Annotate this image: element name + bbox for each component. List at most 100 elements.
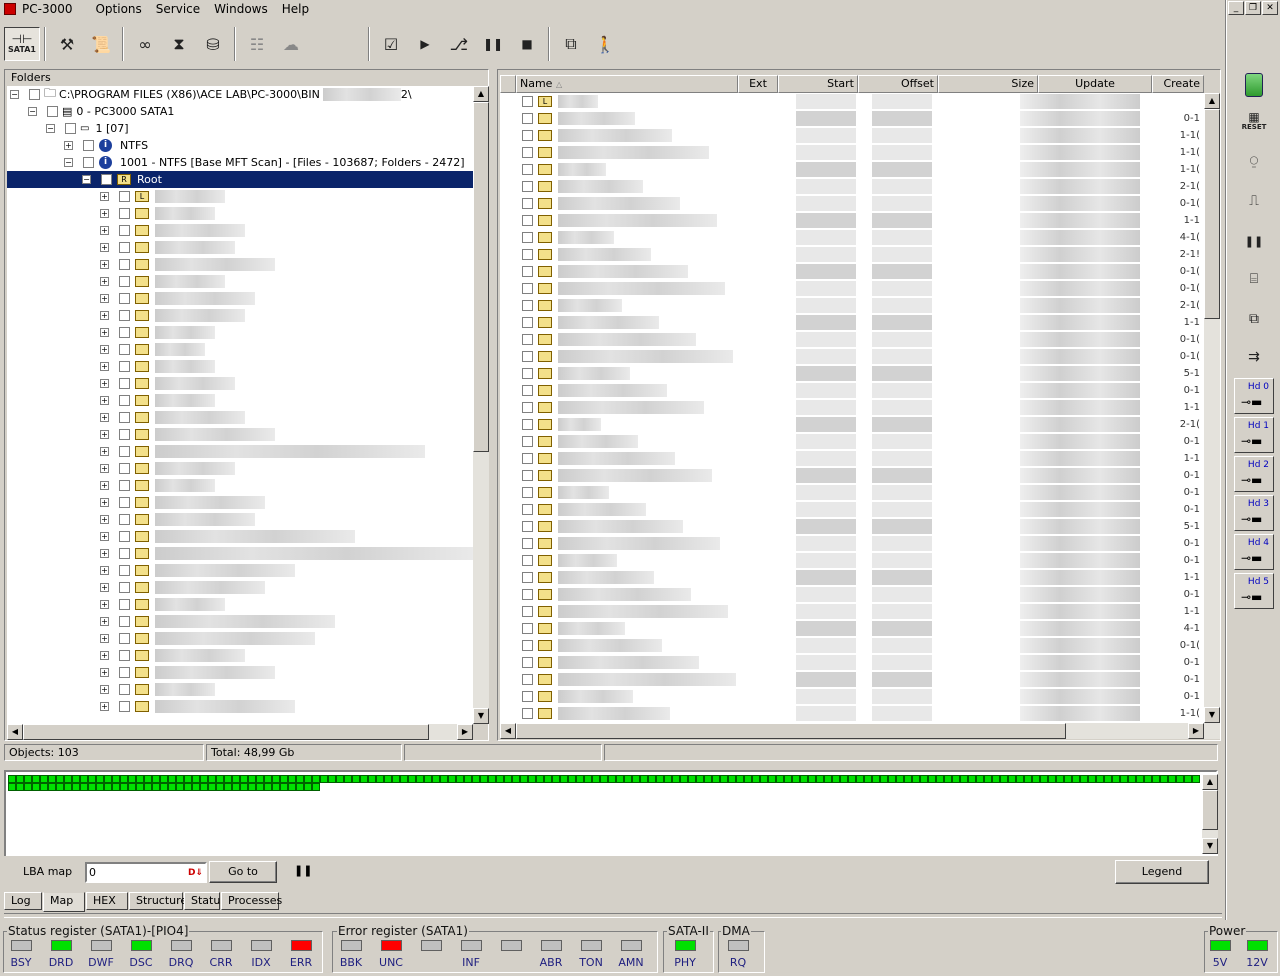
lba-block[interactable] [8, 783, 16, 791]
hd-selector-button[interactable]: Hd 4 ⊸▬ [1234, 534, 1274, 570]
row-checkbox[interactable] [522, 283, 533, 294]
node-checkbox[interactable] [119, 667, 130, 678]
list-item[interactable]: 2-1( [500, 178, 1204, 195]
lba-block[interactable] [824, 775, 832, 783]
tab-log[interactable]: Log [4, 892, 42, 910]
lba-block[interactable] [128, 775, 136, 783]
expand-icon[interactable]: + [100, 515, 109, 524]
list-item[interactable]: 4-1 [500, 620, 1204, 637]
map-vscrollbar[interactable]: ▲ ▼ [1202, 774, 1218, 854]
hd-selector-button[interactable]: Hd 3 ⊸▬ [1234, 495, 1274, 531]
list-item[interactable]: 1-1 [500, 569, 1204, 586]
tree-node-folder[interactable]: + [7, 341, 473, 358]
tree-node-folder[interactable]: + [7, 647, 473, 664]
tree-node-folder[interactable]: + [7, 222, 473, 239]
scroll-left-button[interactable]: ◀ [7, 724, 23, 740]
tab-structure[interactable]: Structure [129, 892, 187, 910]
hd-selector-button[interactable]: Hd 5 ⊸▬ [1234, 573, 1274, 609]
scroll-up-button[interactable]: ▲ [1204, 93, 1220, 109]
tree-node-folder[interactable]: + [7, 579, 473, 596]
scroll-thumb[interactable] [23, 724, 429, 740]
tree-node-folder[interactable]: + [7, 358, 473, 375]
lba-dropdown-icon[interactable]: D⇓ [188, 868, 205, 878]
lba-block[interactable] [120, 775, 128, 783]
node-checkbox[interactable] [119, 701, 130, 712]
lba-block[interactable] [1192, 775, 1200, 783]
expand-icon[interactable]: + [100, 651, 109, 660]
lba-block[interactable] [40, 775, 48, 783]
node-checkbox[interactable] [101, 174, 112, 185]
row-checkbox[interactable] [522, 521, 533, 532]
node-checkbox[interactable] [119, 548, 130, 559]
voltage-button[interactable]: ⍜ [1235, 144, 1273, 178]
expand-icon[interactable]: + [100, 430, 109, 439]
expand-icon[interactable]: + [100, 328, 109, 337]
tab-hex[interactable]: HEX [86, 892, 128, 910]
lba-block[interactable] [224, 775, 232, 783]
expand-icon[interactable]: + [100, 345, 109, 354]
scroll-left-button[interactable]: ◀ [500, 723, 516, 739]
node-checkbox[interactable] [119, 378, 130, 389]
lba-block[interactable] [496, 775, 504, 783]
expand-icon[interactable]: + [100, 702, 109, 711]
lba-block[interactable] [288, 775, 296, 783]
script-button[interactable]: 📜 [84, 27, 118, 61]
scroll-down-button[interactable]: ▼ [1204, 707, 1220, 723]
tree-node-folder[interactable]: + [7, 681, 473, 698]
export-button[interactable]: ⛁ [196, 27, 230, 61]
lba-block[interactable] [152, 775, 160, 783]
row-checkbox[interactable] [522, 538, 533, 549]
lba-block[interactable] [256, 783, 264, 791]
expand-icon[interactable]: + [100, 413, 109, 422]
node-checkbox[interactable] [119, 395, 130, 406]
lba-block[interactable] [200, 783, 208, 791]
lba-block[interactable] [160, 783, 168, 791]
lba-block[interactable] [40, 783, 48, 791]
node-checkbox[interactable] [119, 446, 130, 457]
hd-selector-button[interactable]: Hd 2 ⊸▬ [1234, 456, 1274, 492]
row-checkbox[interactable] [522, 385, 533, 396]
lba-block[interactable] [200, 775, 208, 783]
row-checkbox[interactable] [522, 266, 533, 277]
lba-block[interactable] [672, 775, 680, 783]
lba-block[interactable] [728, 775, 736, 783]
lba-block[interactable] [1072, 775, 1080, 783]
minimize-button[interactable]: _ [1228, 1, 1244, 15]
tree-node-folder[interactable]: + [7, 426, 473, 443]
row-checkbox[interactable] [522, 589, 533, 600]
lba-block[interactable] [752, 775, 760, 783]
lba-block[interactable] [104, 775, 112, 783]
row-checkbox[interactable] [522, 130, 533, 141]
lba-block[interactable] [960, 775, 968, 783]
lba-block[interactable] [136, 775, 144, 783]
filter-button[interactable]: ⧗ [162, 27, 196, 61]
lba-block[interactable] [24, 783, 32, 791]
lba-block[interactable] [560, 775, 568, 783]
list-item[interactable]: 0-1 [500, 433, 1204, 450]
lba-block[interactable] [512, 775, 520, 783]
tree-node-folder[interactable]: + [7, 596, 473, 613]
row-checkbox[interactable] [522, 657, 533, 668]
lba-block[interactable] [856, 775, 864, 783]
lba-block[interactable] [576, 775, 584, 783]
lba-block[interactable] [1112, 775, 1120, 783]
lba-block[interactable] [152, 783, 160, 791]
node-checkbox[interactable] [119, 684, 130, 695]
lba-block[interactable] [272, 783, 280, 791]
list-vscrollbar[interactable]: ▲ ▼ [1204, 93, 1220, 723]
lba-block[interactable] [48, 775, 56, 783]
lba-block[interactable] [720, 775, 728, 783]
lba-block[interactable] [784, 775, 792, 783]
scroll-right-button[interactable]: ▶ [1188, 723, 1204, 739]
tools-button[interactable]: ⚒ [50, 27, 84, 61]
lba-block[interactable] [184, 783, 192, 791]
lba-block[interactable] [208, 775, 216, 783]
lba-block[interactable] [176, 783, 184, 791]
lba-block[interactable] [624, 775, 632, 783]
lba-block[interactable] [744, 775, 752, 783]
lba-block[interactable] [112, 775, 120, 783]
lba-block[interactable] [24, 775, 32, 783]
list-item[interactable]: L [500, 93, 1204, 110]
exit-button[interactable]: 🚶 [588, 27, 622, 61]
menu-options[interactable]: Options [88, 0, 148, 18]
